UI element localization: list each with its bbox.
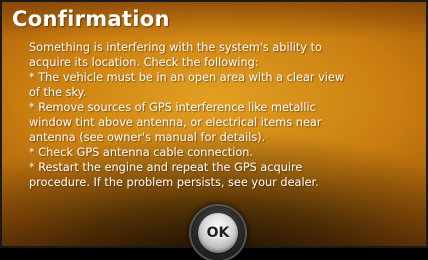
message-line: * Check GPS antenna cable connection. <box>29 146 254 159</box>
ok-button[interactable]: OK <box>198 213 238 253</box>
confirmation-dialog: Confirmation Something is interfering wi… <box>0 0 428 260</box>
message-line: Something is interfering with the system… <box>29 41 322 54</box>
message-line: acquire its location. Check the followin… <box>29 56 259 69</box>
dialog-message: Something is interfering with the system… <box>29 40 421 190</box>
dialog-title: Confirmation <box>12 7 170 31</box>
message-line: window tint above antenna, or electrical… <box>29 116 322 129</box>
message-line: antenna (see owner's manual for details)… <box>29 131 266 144</box>
message-line: * Remove sources of GPS interference lik… <box>29 101 316 114</box>
message-line: * The vehicle must be in an open area wi… <box>29 71 345 84</box>
message-line: * Restart the engine and repeat the GPS … <box>29 161 303 174</box>
message-line: of the sky. <box>29 86 87 99</box>
message-line: procedure. If the problem persists, see … <box>29 176 319 189</box>
